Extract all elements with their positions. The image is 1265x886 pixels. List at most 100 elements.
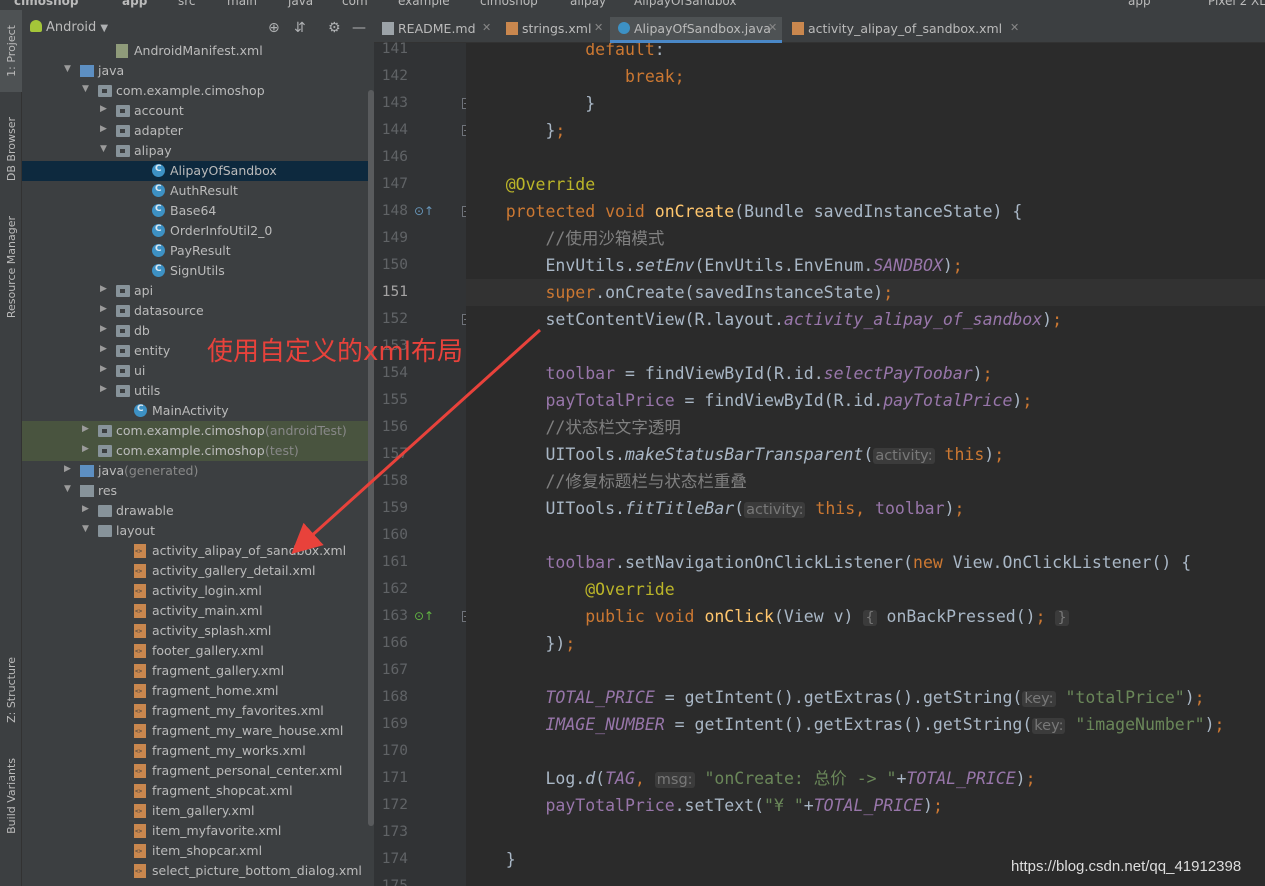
expanded-arrow-icon[interactable]: ▼ <box>64 484 71 494</box>
collapsed-arrow-icon[interactable]: ▶ <box>82 424 89 434</box>
tree-item[interactable]: AlipayOfSandbox <box>22 161 374 181</box>
xml-file-icon <box>134 644 146 658</box>
collapsed-arrow-icon[interactable]: ▶ <box>100 384 107 394</box>
tree-item[interactable]: item_gallery.xml <box>22 801 374 821</box>
collapse-all-icon[interactable]: ⇵ <box>294 20 306 36</box>
expanded-arrow-icon[interactable]: ▼ <box>100 144 107 154</box>
breadcrumb-example[interactable]: example <box>398 0 450 8</box>
tree-item[interactable]: fragment_home.xml <box>22 681 374 701</box>
tree-item[interactable]: OrderInfoUtil2_0 <box>22 221 374 241</box>
collapsed-arrow-icon[interactable]: ▶ <box>64 464 71 474</box>
breadcrumb-cimoshop[interactable]: cimoshop <box>480 0 538 8</box>
tree-item[interactable]: fragment_my_works.xml <box>22 741 374 761</box>
code-token: activity_alipay_of_sandbox <box>783 310 1043 329</box>
tree-item[interactable]: fragment_my_favorites.xml <box>22 701 374 721</box>
tree-item[interactable]: activity_main.xml <box>22 601 374 621</box>
tree-item[interactable]: item_shopcar.xml <box>22 841 374 861</box>
tree-item[interactable]: footer_gallery.xml <box>22 641 374 661</box>
tree-item[interactable]: ▼ com.example.cimoshop <box>22 81 374 101</box>
collapsed-arrow-icon[interactable]: ▶ <box>82 444 89 454</box>
expanded-arrow-icon[interactable]: ▼ <box>82 84 89 94</box>
run-config-select[interactable]: app <box>1128 0 1151 8</box>
code-token: ; <box>1052 310 1063 329</box>
hide-panel-icon[interactable]: — <box>352 20 366 36</box>
tree-item[interactable]: AuthResult <box>22 181 374 201</box>
collapsed-arrow-icon[interactable]: ▶ <box>100 324 107 334</box>
collapsed-arrow-icon[interactable]: ▶ <box>100 104 107 114</box>
breadcrumb-com[interactable]: com <box>342 0 368 8</box>
code-token: View.OnClickListener() { <box>952 553 1192 572</box>
close-icon[interactable]: ✕ <box>594 21 603 34</box>
project-tool-tab[interactable]: 1: Project <box>0 10 22 92</box>
tree-item[interactable]: ▶ datasource <box>22 301 374 321</box>
collapsed-arrow-icon[interactable]: ▶ <box>100 124 107 134</box>
editor-tab[interactable]: activity_alipay_of_sandbox.xml ✕ <box>784 17 1024 43</box>
tree-item[interactable]: activity_splash.xml <box>22 621 374 641</box>
close-icon[interactable]: ✕ <box>768 21 777 34</box>
tree-item[interactable]: PayResult <box>22 241 374 261</box>
collapsed-arrow-icon[interactable]: ▶ <box>100 284 107 294</box>
tree-item[interactable]: activity_alipay_of_sandbox.xml <box>22 541 374 561</box>
collapsed-arrow-icon[interactable]: ▶ <box>100 344 107 354</box>
build-variants-tool-tab[interactable]: Build Variants <box>0 750 22 842</box>
breadcrumb-java[interactable]: java <box>288 0 313 8</box>
breadcrumb-class[interactable]: AlipayOfSandbox <box>634 0 737 8</box>
tree-item[interactable]: item_myfavorite.xml <box>22 821 374 841</box>
tree-item[interactable]: activity_login.xml <box>22 581 374 601</box>
structure-tool-tab[interactable]: Z: Structure <box>0 650 22 730</box>
collapsed-arrow-icon[interactable]: ▶ <box>82 504 89 514</box>
breadcrumb-project[interactable]: cimoshop <box>14 0 79 8</box>
tree-item[interactable]: MainActivity <box>22 401 374 421</box>
tree-item[interactable]: ▶ account <box>22 101 374 121</box>
editor-tab[interactable]: strings.xml ✕ <box>498 17 608 43</box>
breadcrumb-module[interactable]: app <box>122 0 147 8</box>
locate-icon[interactable]: ⊕ <box>268 20 280 36</box>
breadcrumb-alipay[interactable]: alipay <box>570 0 606 8</box>
tree-item[interactable]: ▶ com.example.cimoshop (androidTest) <box>22 421 374 441</box>
editor-tab[interactable]: README.md ✕ <box>374 17 496 43</box>
tree-item[interactable]: ▶ java (generated) <box>22 461 374 481</box>
tree-item[interactable]: ▼ res <box>22 481 374 501</box>
tree-item-label: AndroidManifest.xml <box>134 43 263 58</box>
tree-item[interactable]: ▶ utils <box>22 381 374 401</box>
breadcrumb-main[interactable]: main <box>227 0 257 8</box>
line-number: 175 <box>381 878 408 886</box>
tree-item[interactable]: fragment_personal_center.xml <box>22 761 374 781</box>
implement-method-icon[interactable]: ⊙↑ <box>414 609 434 623</box>
tree-item[interactable]: ▶ adapter <box>22 121 374 141</box>
collapsed-arrow-icon[interactable]: ▶ <box>100 304 107 314</box>
tree-item[interactable]: AndroidManifest.xml <box>22 41 374 61</box>
code-line: //修复标题栏与状态栏重叠 <box>466 468 746 495</box>
code-token: toolbar <box>545 553 616 572</box>
gear-icon[interactable]: ⚙ <box>328 20 341 36</box>
line-number: 144 <box>381 122 408 138</box>
tree-item[interactable]: Base64 <box>22 201 374 221</box>
device-select[interactable]: Pixel 2 XL <box>1208 0 1265 8</box>
project-view-selector[interactable]: Android ▼ <box>30 20 108 35</box>
breadcrumb-src[interactable]: src <box>178 0 196 8</box>
tree-item[interactable]: ▶ com.example.cimoshop (test) <box>22 441 374 461</box>
tree-item[interactable]: select_picture_bottom_dialog.xml <box>22 861 374 881</box>
expanded-arrow-icon[interactable]: ▼ <box>82 524 89 534</box>
tree-item[interactable]: ▼ java <box>22 61 374 81</box>
tree-item[interactable]: fragment_my_ware_house.xml <box>22 721 374 741</box>
tree-item[interactable]: activity_gallery_detail.xml <box>22 561 374 581</box>
override-method-icon[interactable]: ⊙↑ <box>414 204 434 218</box>
tree-item[interactable]: fragment_shopcat.xml <box>22 781 374 801</box>
tree-item[interactable]: ▼ alipay <box>22 141 374 161</box>
collapsed-arrow-icon[interactable]: ▶ <box>100 364 107 374</box>
db-browser-tool-tab[interactable]: DB Browser <box>0 108 22 190</box>
close-icon[interactable]: ✕ <box>482 21 491 34</box>
close-icon[interactable]: ✕ <box>1010 21 1019 34</box>
code-editor[interactable]: default: break; } }; @Override protected… <box>466 43 1265 886</box>
resource-manager-tool-tab[interactable]: Resource Manager <box>0 206 22 328</box>
tree-item[interactable]: ▶ drawable <box>22 501 374 521</box>
expanded-arrow-icon[interactable]: ▼ <box>64 64 71 74</box>
tree-item[interactable]: fragment_gallery.xml <box>22 661 374 681</box>
tree-item[interactable]: ▼ layout <box>22 521 374 541</box>
tree-item[interactable]: SignUtils <box>22 261 374 281</box>
editor-tab[interactable]: AlipayOfSandbox.java ✕ <box>610 17 782 43</box>
tree-item[interactable]: ▶ api <box>22 281 374 301</box>
